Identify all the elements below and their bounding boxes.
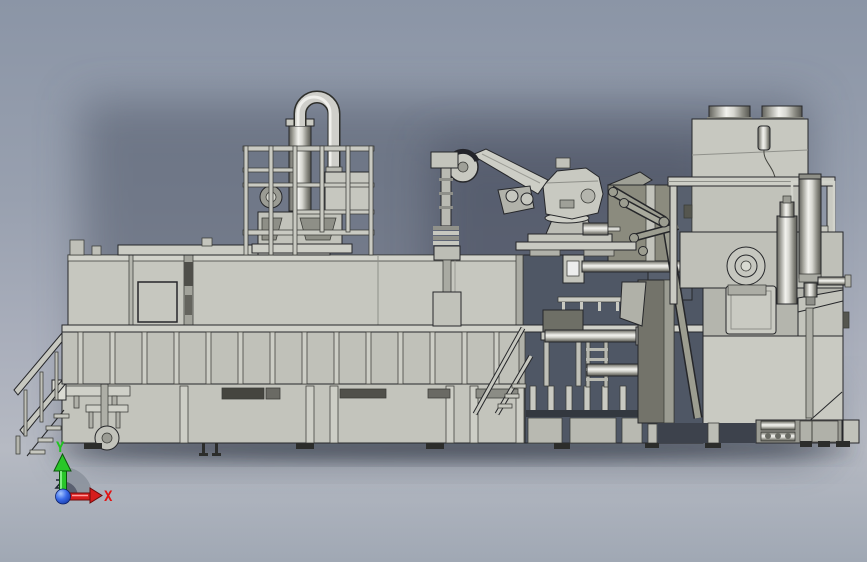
plunger-rod: [544, 329, 639, 343]
dark-box: [542, 309, 584, 333]
y-axis-label: Y: [56, 440, 65, 456]
origin-ball[interactable]: [55, 488, 71, 505]
x-axis-label: X: [104, 489, 113, 505]
chute: [619, 281, 647, 327]
model-view[interactable]: Y X: [0, 0, 867, 562]
cad-viewport[interactable]: Y X: [0, 0, 867, 562]
